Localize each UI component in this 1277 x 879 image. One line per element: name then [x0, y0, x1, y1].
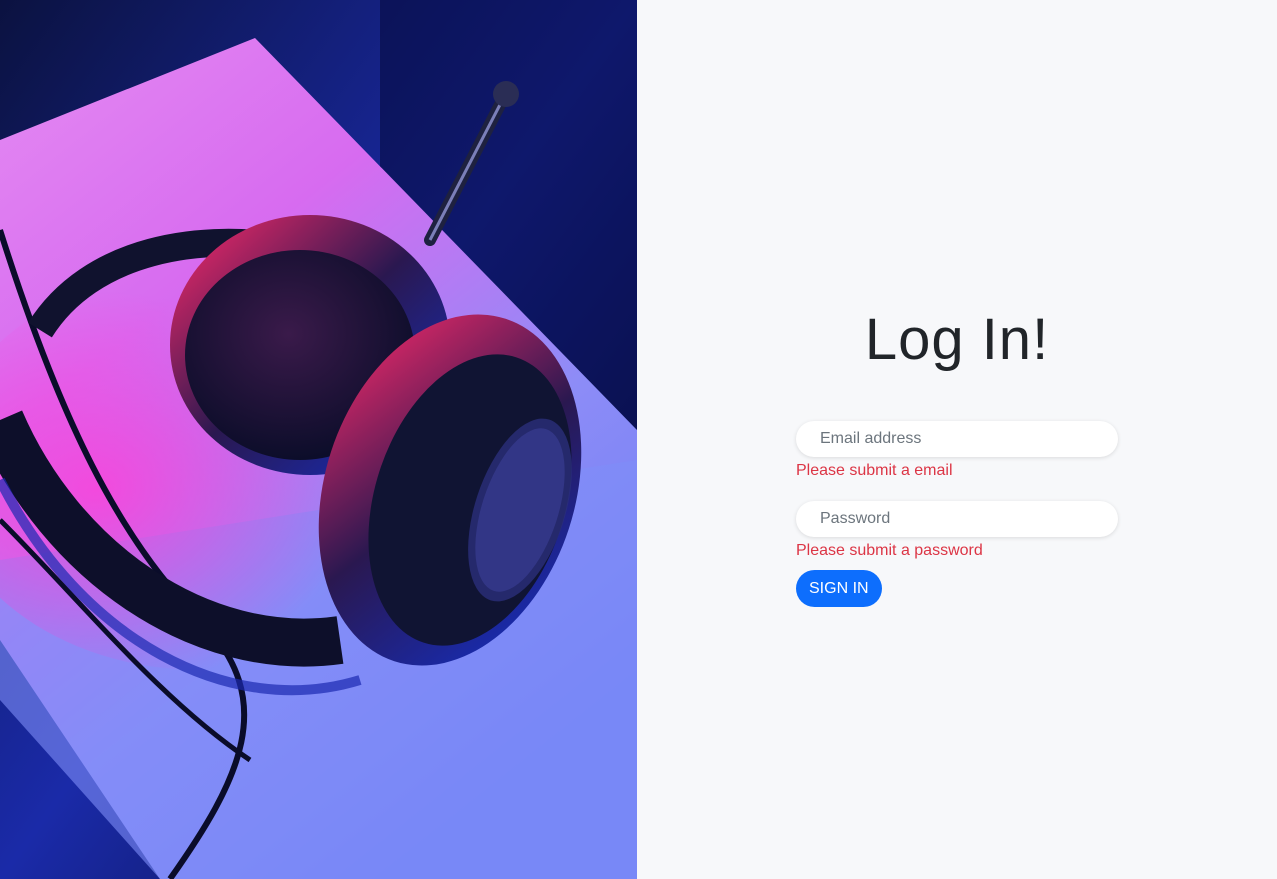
password-field[interactable]: [796, 501, 1118, 537]
page-title: Log In!: [864, 307, 1050, 372]
sign-in-button[interactable]: SIGN IN: [796, 570, 882, 607]
hero-image: [0, 0, 637, 879]
email-field[interactable]: [796, 421, 1118, 457]
login-page: Log In! Please submit a email Please sub…: [0, 0, 1277, 879]
password-error-message: Please submit a password: [796, 542, 983, 559]
login-panel: Log In! Please submit a email Please sub…: [637, 0, 1277, 879]
login-form: Please submit a email Please submit a pa…: [796, 421, 1118, 607]
email-error-message: Please submit a email: [796, 462, 953, 479]
